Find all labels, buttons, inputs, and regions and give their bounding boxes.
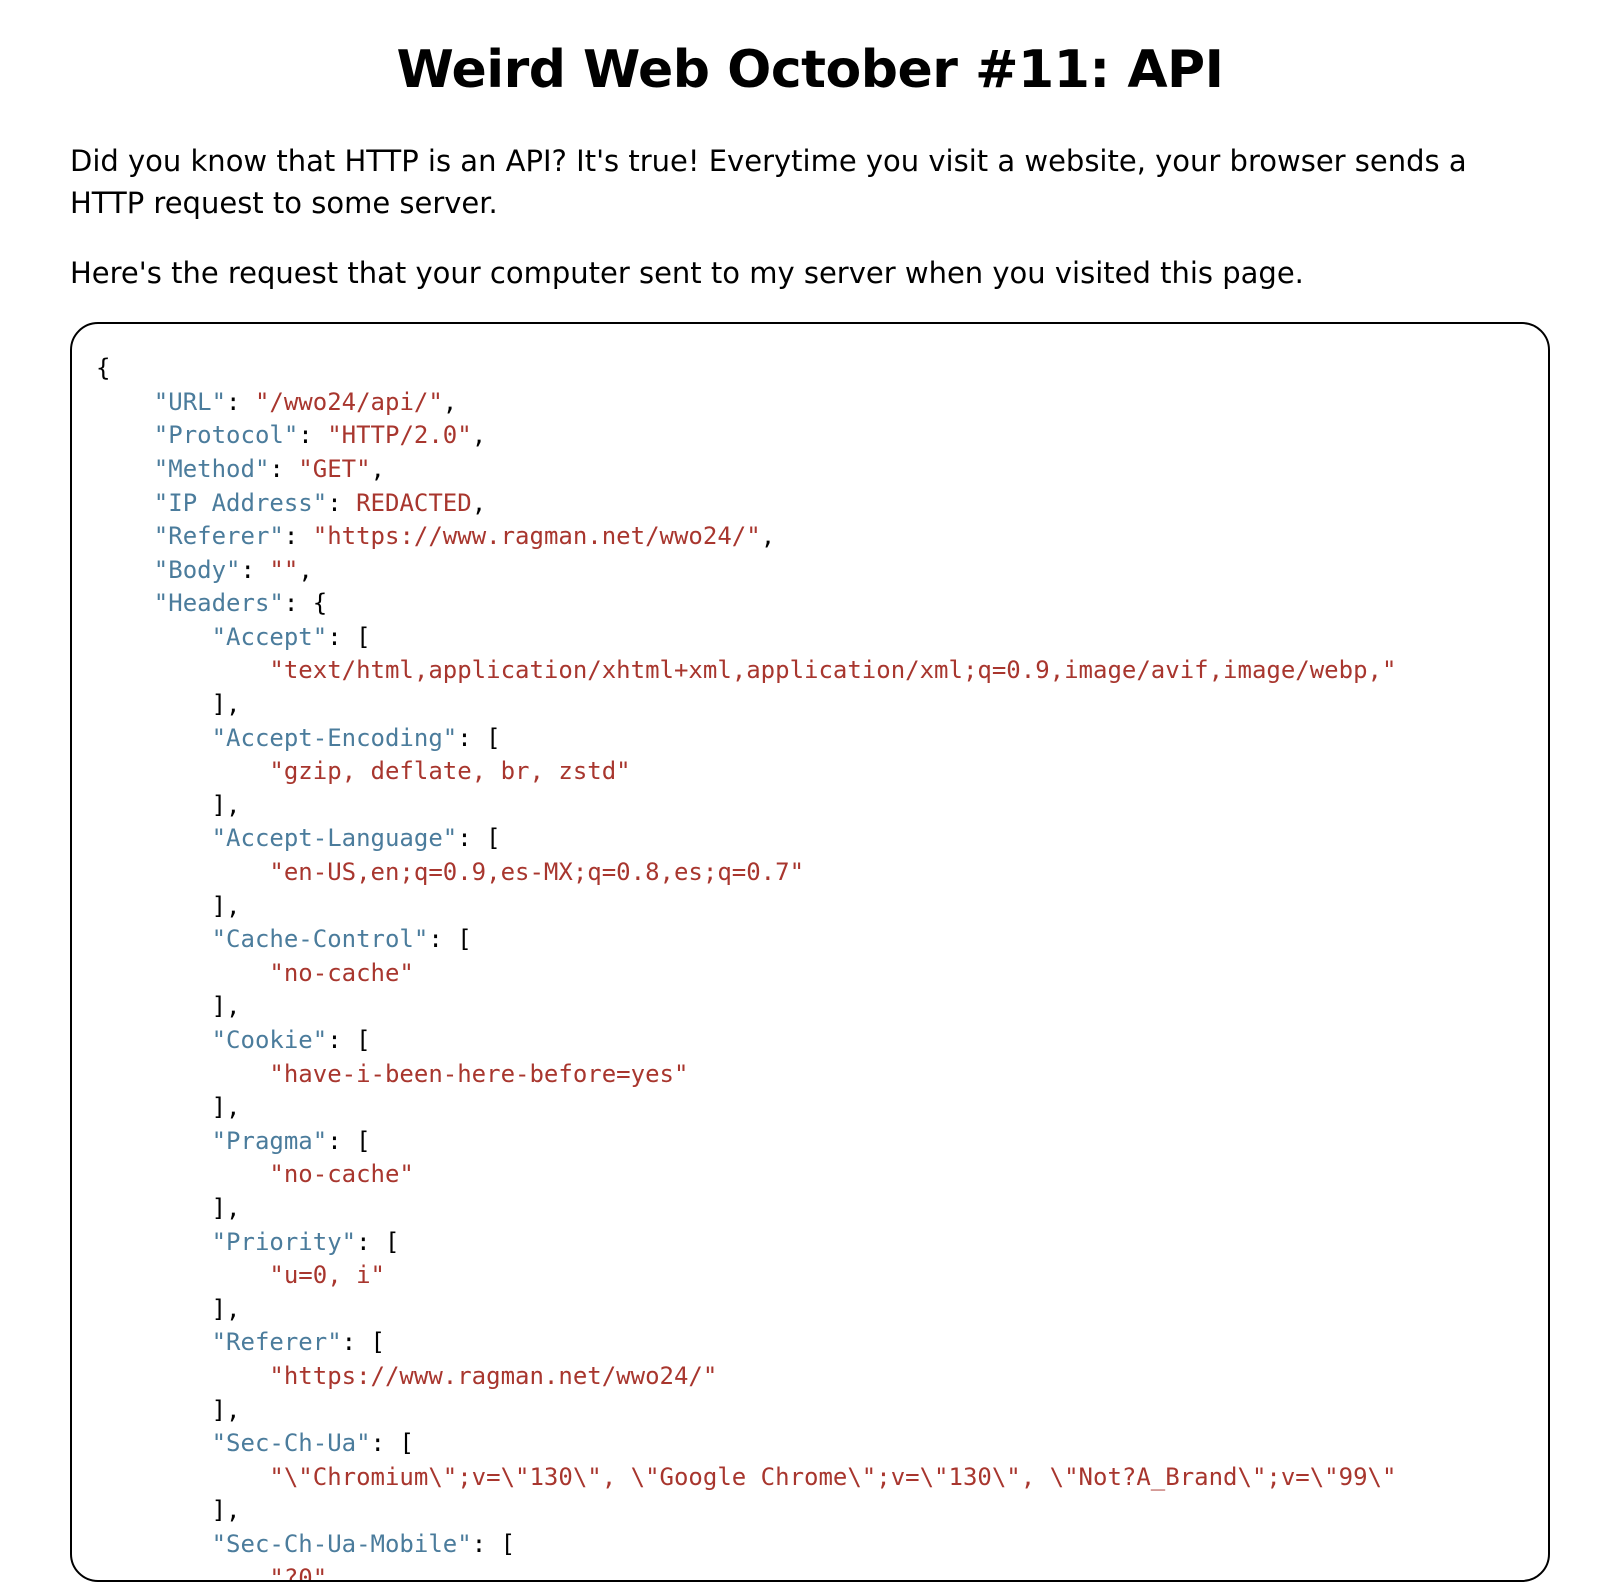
intro-paragraph-2: Here's the request that your computer se… xyxy=(70,252,1550,294)
page-title: Weird Web October #11: API xyxy=(70,40,1550,100)
intro-paragraph-1: Did you know that HTTP is an API? It's t… xyxy=(70,140,1550,224)
http-request-json-block: { "URL": "/wwo24/api/", "Protocol": "HTT… xyxy=(70,322,1550,1582)
